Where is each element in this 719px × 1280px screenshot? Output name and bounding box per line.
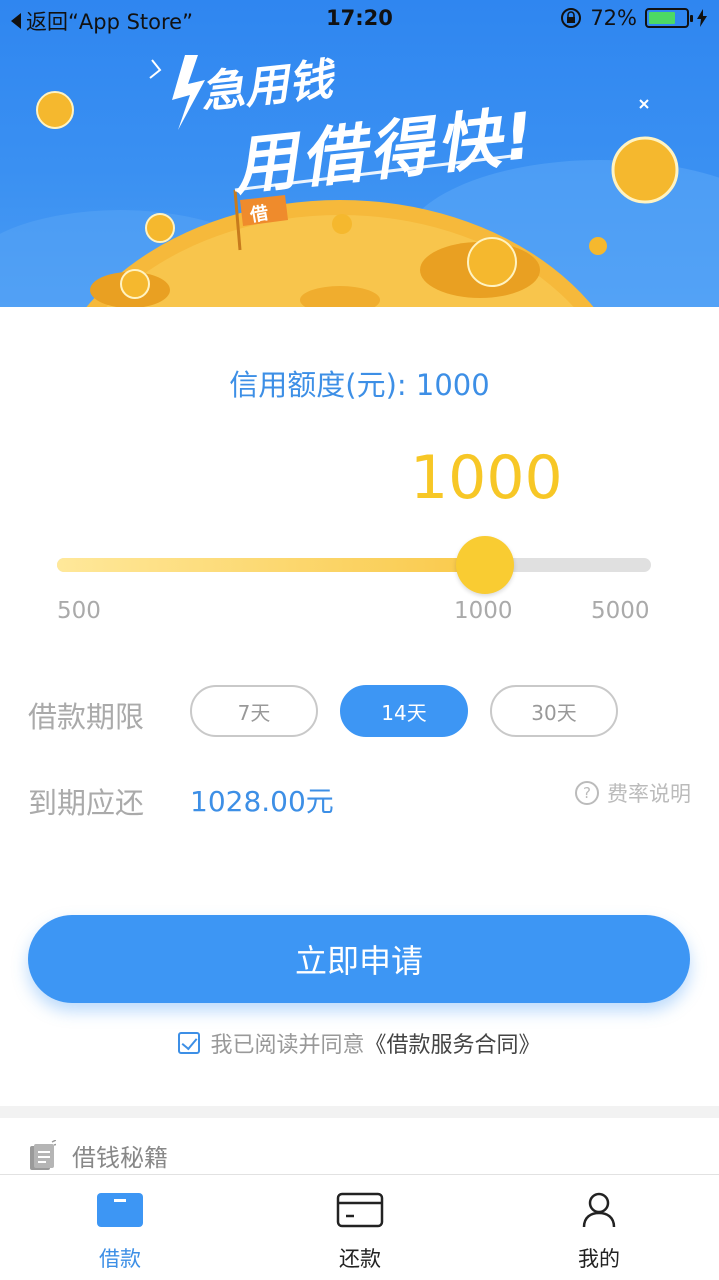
amount-slider[interactable]: [57, 536, 651, 594]
status-bar: 返回“App Store” 17:20 72%: [0, 0, 719, 40]
slider-min-label: 500: [57, 598, 101, 624]
slider-max-label: 5000: [591, 598, 650, 624]
battery-percent: 72%: [590, 6, 637, 30]
tab-bar: 借款 还款 我的: [0, 1174, 719, 1280]
apply-now-button[interactable]: 立即申请: [28, 915, 690, 1003]
hero-banner: 急用钱 用借得快! 借 返回“App Store” 17:20 72%: [0, 0, 719, 307]
tab-borrow[interactable]: 借款: [0, 1175, 240, 1280]
book-icon: [30, 1139, 56, 1170]
section-divider: [0, 1106, 719, 1118]
slider-current-label: 1000: [454, 598, 513, 624]
repay-card-icon: [336, 1192, 384, 1228]
selected-amount: 1000: [410, 443, 563, 513]
tab-repay[interactable]: 还款: [240, 1175, 480, 1280]
term-14-days-button[interactable]: 14天: [340, 685, 468, 737]
agreement-checkbox[interactable]: [178, 1032, 201, 1054]
battery-level: [649, 12, 675, 24]
credit-limit-label: 信用额度(元): 1000: [229, 368, 490, 402]
due-amount: 1028.00元: [190, 785, 334, 818]
tab-mine-label: 我的: [578, 1247, 620, 1271]
slider-thumb[interactable]: [455, 536, 514, 594]
agreement-text: 我已阅读并同意: [210, 1033, 365, 1058]
battery-icon: [645, 8, 693, 28]
person-icon: [582, 1192, 616, 1228]
term-7-days-button[interactable]: 7天: [190, 685, 318, 737]
contract-link[interactable]: 《借款服务合同》: [365, 1033, 541, 1058]
tab-repay-label: 还款: [339, 1247, 381, 1271]
tips-label: 借钱秘籍: [72, 1144, 168, 1172]
tab-mine[interactable]: 我的: [479, 1175, 719, 1280]
card-icon: [97, 1193, 143, 1227]
agreement-row: 我已阅读并同意《借款服务合同》: [0, 1027, 719, 1059]
due-label: 到期应还: [28, 786, 145, 820]
slider-fill: [57, 558, 485, 572]
rate-link-label: 费率说明: [607, 782, 691, 806]
term-30-days-button[interactable]: 30天: [490, 685, 618, 737]
question-icon: ?: [575, 781, 599, 805]
orientation-lock-icon: [561, 8, 582, 28]
charging-bolt-icon: [697, 9, 707, 27]
rate-explanation-link[interactable]: ? 费率说明: [575, 778, 691, 808]
tab-borrow-label: 借款: [99, 1247, 141, 1271]
tips-section[interactable]: 借钱秘籍: [28, 1138, 168, 1173]
term-label: 借款期限: [28, 700, 145, 734]
